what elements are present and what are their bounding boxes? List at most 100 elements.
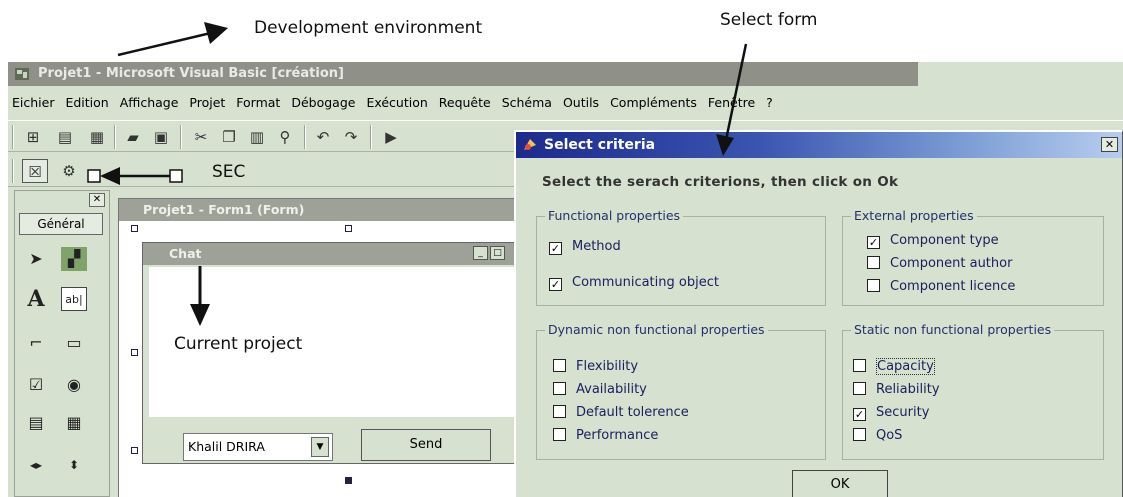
- menu-projet[interactable]: Projet: [189, 95, 225, 110]
- checkbox-box[interactable]: [853, 382, 866, 395]
- sec-annotation: SEC: [212, 162, 246, 182]
- checkbox-label: Reliability: [876, 382, 940, 397]
- checkbox-label: Default tolerence: [576, 405, 689, 420]
- add-project-icon[interactable]: ⊞: [20, 125, 46, 149]
- paste-icon[interactable]: ▥: [244, 125, 270, 149]
- redo-icon[interactable]: ↷: [338, 125, 364, 149]
- toolbar-separator: [180, 125, 182, 149]
- form-designer-titlebar[interactable]: Projet1 - Form1 (Form): [119, 199, 517, 221]
- hscrollbar-icon[interactable]: ◂▸: [23, 453, 49, 477]
- checkbox-capacity[interactable]: Capacity: [853, 358, 935, 375]
- textbox-icon[interactable]: ab|: [61, 287, 87, 311]
- menu-fichier[interactable]: Eichier: [12, 95, 54, 110]
- menu-debogage[interactable]: Débogage: [291, 95, 355, 110]
- checkbox-box[interactable]: [553, 382, 566, 395]
- toolbar-separator: [370, 125, 372, 149]
- save-project-icon[interactable]: ▣: [148, 125, 174, 149]
- checkbox-box[interactable]: [553, 359, 566, 372]
- checkbox-box[interactable]: ✓: [853, 408, 866, 421]
- menu-fenetre[interactable]: Fenêtre: [708, 95, 755, 110]
- menu-format[interactable]: Format: [236, 95, 280, 110]
- chevron-down-icon[interactable]: ▼: [311, 437, 329, 457]
- group-functional: Functional properties ✓ Method ✓ Communica…: [536, 208, 826, 306]
- checkbox-component-type[interactable]: ✓ Component type: [867, 233, 999, 249]
- checkbox-tool-icon[interactable]: ☑: [23, 373, 49, 397]
- menu-editor-icon[interactable]: ▦: [84, 125, 110, 149]
- open-project-icon[interactable]: ▰: [120, 125, 146, 149]
- send-button[interactable]: Send: [361, 429, 491, 461]
- resize-handle[interactable]: [345, 477, 352, 484]
- chat-titlebar[interactable]: Chat: [143, 243, 521, 265]
- checkbox-communicating-object[interactable]: ✓ Communicating object: [549, 275, 719, 291]
- commandbutton-icon[interactable]: ▭: [61, 331, 87, 355]
- vb-titlebar[interactable]: Projet1 - Microsoft Visual Basic [créati…: [8, 62, 918, 86]
- sec-select-criteria-icon[interactable]: ⚙: [56, 159, 82, 183]
- picturebox-icon[interactable]: ▞: [61, 247, 87, 271]
- group-external-label: External properties: [851, 208, 977, 223]
- checkbox-box[interactable]: [553, 405, 566, 418]
- resize-handle[interactable]: [345, 225, 352, 232]
- chat-title: Chat: [169, 246, 202, 261]
- vb-title-text: Projet1 - Microsoft Visual Basic [créati…: [38, 66, 344, 81]
- checkbox-box[interactable]: [853, 359, 866, 372]
- checkbox-box[interactable]: ✓: [549, 242, 562, 255]
- menu-affichage[interactable]: Affichage: [120, 95, 179, 110]
- checkbox-label: Method: [572, 239, 621, 254]
- checkbox-flexibility[interactable]: Flexibility: [553, 359, 638, 374]
- add-form-icon[interactable]: ▤: [52, 125, 78, 149]
- checkbox-box[interactable]: [853, 428, 866, 441]
- checkbox-box[interactable]: ✓: [549, 278, 562, 291]
- menu-help[interactable]: ?: [766, 95, 773, 110]
- group-external: External properties ✓ Component type Comp…: [842, 208, 1104, 306]
- resize-handle[interactable]: [131, 349, 138, 356]
- label-icon[interactable]: A: [23, 287, 49, 311]
- menu-requete[interactable]: Requête: [439, 95, 491, 110]
- toolbox-close-icon[interactable]: ✕: [89, 193, 105, 207]
- start-icon[interactable]: ▶: [378, 125, 404, 149]
- checkbox-qos[interactable]: QoS: [853, 428, 902, 443]
- cut-icon[interactable]: ✂: [188, 125, 214, 149]
- checkbox-component-licence[interactable]: Component licence: [867, 279, 1015, 294]
- resize-handle[interactable]: [131, 225, 138, 232]
- minimize-icon[interactable]: _: [473, 246, 488, 260]
- toolbox-tab-general[interactable]: Général: [19, 213, 103, 235]
- menu-complements[interactable]: Compléments: [610, 95, 697, 110]
- checkbox-component-author[interactable]: Component author: [867, 256, 1012, 271]
- vscrollbar-icon[interactable]: ⬍: [61, 453, 87, 477]
- vb-menubar: Eichier Edition Affichage Projet Format …: [8, 92, 1123, 114]
- menu-schema[interactable]: Schéma: [502, 95, 552, 110]
- sec-tool-icon[interactable]: ☒: [22, 159, 48, 183]
- find-icon[interactable]: ⚲: [272, 125, 298, 149]
- undo-icon[interactable]: ↶: [310, 125, 336, 149]
- checkbox-reliability[interactable]: Reliability: [853, 382, 940, 397]
- recipient-combo[interactable]: Khalil DRIRA ▼: [183, 433, 333, 461]
- checkbox-box[interactable]: ✓: [867, 236, 880, 249]
- checkbox-box[interactable]: [867, 256, 880, 269]
- resize-handle[interactable]: [131, 447, 138, 454]
- group-static: Static non functional properties Capacit…: [842, 322, 1104, 460]
- checkbox-default-tolerence[interactable]: Default tolerence: [553, 405, 689, 420]
- checkbox-box[interactable]: [553, 428, 566, 441]
- checkbox-label: Capacity: [876, 358, 935, 375]
- menu-edition[interactable]: Edition: [65, 95, 108, 110]
- checkbox-performance[interactable]: Performance: [553, 428, 658, 443]
- checkbox-availability[interactable]: Availability: [553, 382, 647, 397]
- copy-icon[interactable]: ❐: [216, 125, 242, 149]
- optionbutton-icon[interactable]: ◉: [61, 373, 87, 397]
- checkbox-box[interactable]: [867, 279, 880, 292]
- checkbox-security[interactable]: ✓ Security: [853, 405, 929, 421]
- checkbox-label: Flexibility: [576, 359, 639, 374]
- close-icon[interactable]: ✕: [1101, 137, 1118, 152]
- menu-outils[interactable]: Outils: [563, 95, 599, 110]
- menu-execution[interactable]: Exécution: [366, 95, 427, 110]
- checkbox-method[interactable]: ✓ Method: [549, 239, 621, 255]
- select-form-annotation: Select form: [720, 10, 818, 30]
- ok-button[interactable]: OK: [792, 470, 888, 497]
- toolbar-grip: [12, 125, 14, 149]
- pointer-icon[interactable]: ➤: [23, 247, 49, 271]
- dialog-titlebar[interactable]: Select criteria: [516, 132, 1122, 158]
- combobox-tool-icon[interactable]: ▤: [23, 411, 49, 435]
- frame-icon[interactable]: ⌐: [23, 331, 49, 355]
- maximize-icon[interactable]: □: [490, 246, 505, 260]
- listbox-tool-icon[interactable]: ▦: [61, 411, 87, 435]
